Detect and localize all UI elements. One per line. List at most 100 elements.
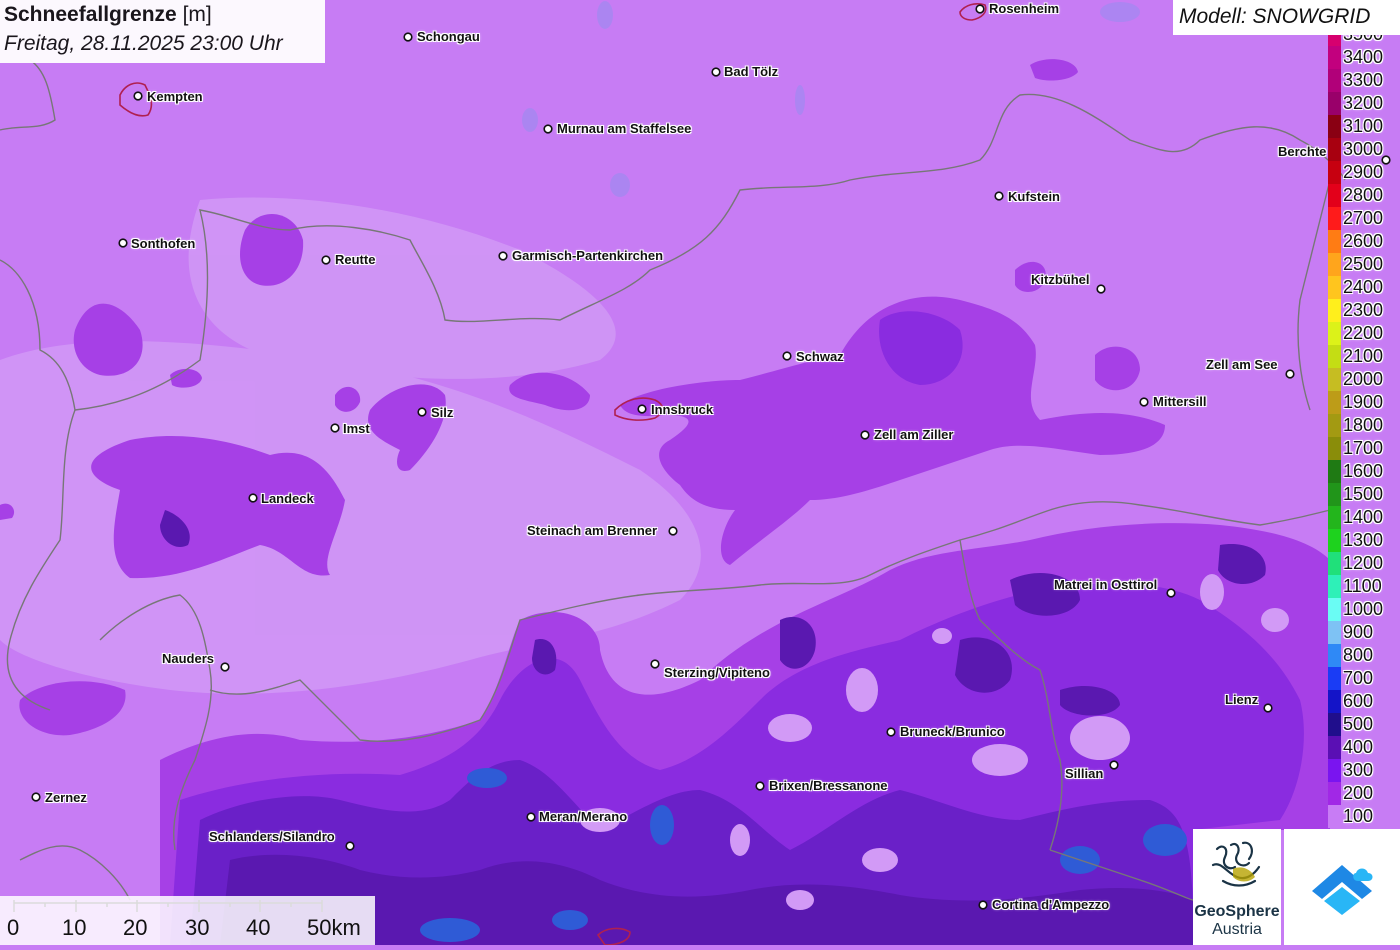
city-label-bad-toelz: Bad Tölz: [724, 64, 779, 79]
legend-swatch: [1328, 138, 1341, 161]
legend-swatch: [1328, 483, 1341, 506]
city-dot: [637, 404, 647, 414]
legend-swatch: [1328, 805, 1341, 828]
legend-label: 100: [1343, 806, 1374, 826]
legend-label: 200: [1343, 783, 1374, 803]
city-label-berchtesgaden: Berchte: [1278, 144, 1327, 159]
legend-label: 400: [1343, 737, 1374, 757]
city-label-brixen: Brixen/Bressanone: [769, 778, 888, 793]
city-dot: [1263, 703, 1273, 713]
city-dot: [994, 191, 1004, 201]
legend-swatch: [1328, 414, 1341, 437]
scalebar-label-40: 40: [246, 915, 271, 940]
legend-label: 300: [1343, 760, 1374, 780]
legend-label: 2900: [1343, 162, 1384, 182]
scalebar-label-50km: 50km: [307, 915, 361, 940]
geosphere-emblem-icon: [1211, 841, 1261, 887]
city-label-zell-am-ziller: Zell am Ziller: [874, 427, 954, 442]
city-label-silz: Silz: [431, 405, 454, 420]
legend-swatch: [1328, 276, 1341, 299]
legend-swatch: [1328, 667, 1341, 690]
city-dot: [1139, 397, 1149, 407]
city-label-reutte: Reutte: [335, 252, 376, 267]
city-dot: [417, 407, 427, 417]
city-dot: [220, 662, 230, 672]
title-text: Schneefallgrenze: [4, 3, 177, 26]
city-label-nauders: Nauders: [162, 651, 215, 666]
legend-swatch: [1328, 299, 1341, 322]
city-dot: [978, 900, 988, 910]
legend-swatch: [1328, 437, 1341, 460]
legend-label: 2000: [1343, 369, 1384, 389]
legend-label: 500: [1343, 714, 1374, 734]
city-dot: [321, 255, 331, 265]
city-dot: [860, 430, 870, 440]
city-dot: [498, 251, 508, 261]
city-label-rosenheim: Rosenheim: [989, 1, 1060, 16]
legend-swatch: [1328, 46, 1341, 69]
city-label-landeck: Landeck: [261, 491, 314, 506]
title-panel: Schneefallgrenze [m] Freitag, 28.11.2025…: [0, 0, 325, 63]
city-label-meran: Meran/Merano: [539, 809, 628, 824]
city-label-cortina: Cortina d'Ampezzo: [992, 897, 1110, 912]
legend-label: 3300: [1343, 70, 1384, 90]
geosphere-logo[interactable]: GeoSphere Austria: [1193, 829, 1281, 945]
legend-label: 2200: [1343, 323, 1384, 343]
city-label-schlanders: Schlanders/Silandro: [209, 829, 335, 844]
scalebar-label-0: 0: [7, 915, 20, 940]
legend-label: 3200: [1343, 93, 1384, 113]
legend-swatch: [1328, 92, 1341, 115]
city-dot: [345, 841, 355, 851]
legend-label: 1200: [1343, 553, 1384, 573]
legend-swatch: [1328, 782, 1341, 805]
legend-label: 1900: [1343, 392, 1384, 412]
legend-swatch: [1328, 759, 1341, 782]
city-dot: [403, 32, 413, 42]
forecast-datetime: Freitag, 28.11.2025 23:00 Uhr: [4, 32, 283, 55]
legend-swatch: [1328, 69, 1341, 92]
city-label-kitzbuehel: Kitzbühel: [1031, 272, 1090, 287]
city-label-innsbruck: Innsbruck: [651, 402, 714, 417]
city-dot: [543, 124, 553, 134]
city-dot: [975, 4, 985, 14]
city-dot: [1109, 760, 1119, 770]
legend-swatch: [1328, 460, 1341, 483]
scalebar-label-10: 10: [62, 915, 87, 940]
city-label-kufstein: Kufstein: [1008, 189, 1060, 204]
city-dot: [1166, 588, 1176, 598]
legend-swatch: [1328, 506, 1341, 529]
legend-swatch: [1328, 598, 1341, 621]
model-panel: Modell: SNOWGRID: [1173, 0, 1400, 35]
legend-swatch: [1328, 736, 1341, 759]
legend-label: 1800: [1343, 415, 1384, 435]
legend-swatch: [1328, 368, 1341, 391]
legend-label: 3000: [1343, 139, 1384, 159]
weather-app-logo[interactable]: [1284, 829, 1400, 945]
legend-label: 800: [1343, 645, 1374, 665]
legend-label: 900: [1343, 622, 1374, 642]
legend-swatch: [1328, 161, 1341, 184]
city-dot: [650, 659, 660, 669]
city-label-bruneck: Bruneck/Brunico: [900, 724, 1005, 739]
legend-swatch: [1328, 690, 1341, 713]
city-label-mittersill: Mittersill: [1153, 394, 1207, 409]
city-label-imst: Imst: [343, 421, 370, 436]
legend-swatch: [1328, 230, 1341, 253]
legend-label: 2500: [1343, 254, 1384, 274]
city-dot: [886, 727, 896, 737]
legend-swatch: [1328, 35, 1341, 46]
city-dot: [330, 423, 340, 433]
legend-label: 2700: [1343, 208, 1384, 228]
legend-label: 1700: [1343, 438, 1384, 458]
city-dot: [1285, 369, 1295, 379]
city-label-sonthofen: Sonthofen: [131, 236, 196, 251]
legend-swatch: [1328, 345, 1341, 368]
city-dot: [133, 91, 143, 101]
legend-swatch: [1328, 552, 1341, 575]
legend-swatch: [1328, 529, 1341, 552]
city-dot: [526, 812, 536, 822]
legend-label: 700: [1343, 668, 1374, 688]
legend-label: 1500: [1343, 484, 1384, 504]
city-label-zell-am-see: Zell am See: [1206, 357, 1278, 372]
color-legend: 35003400 3300 3200 3100 3000 2900 2800 2700 2600…: [1328, 35, 1400, 831]
